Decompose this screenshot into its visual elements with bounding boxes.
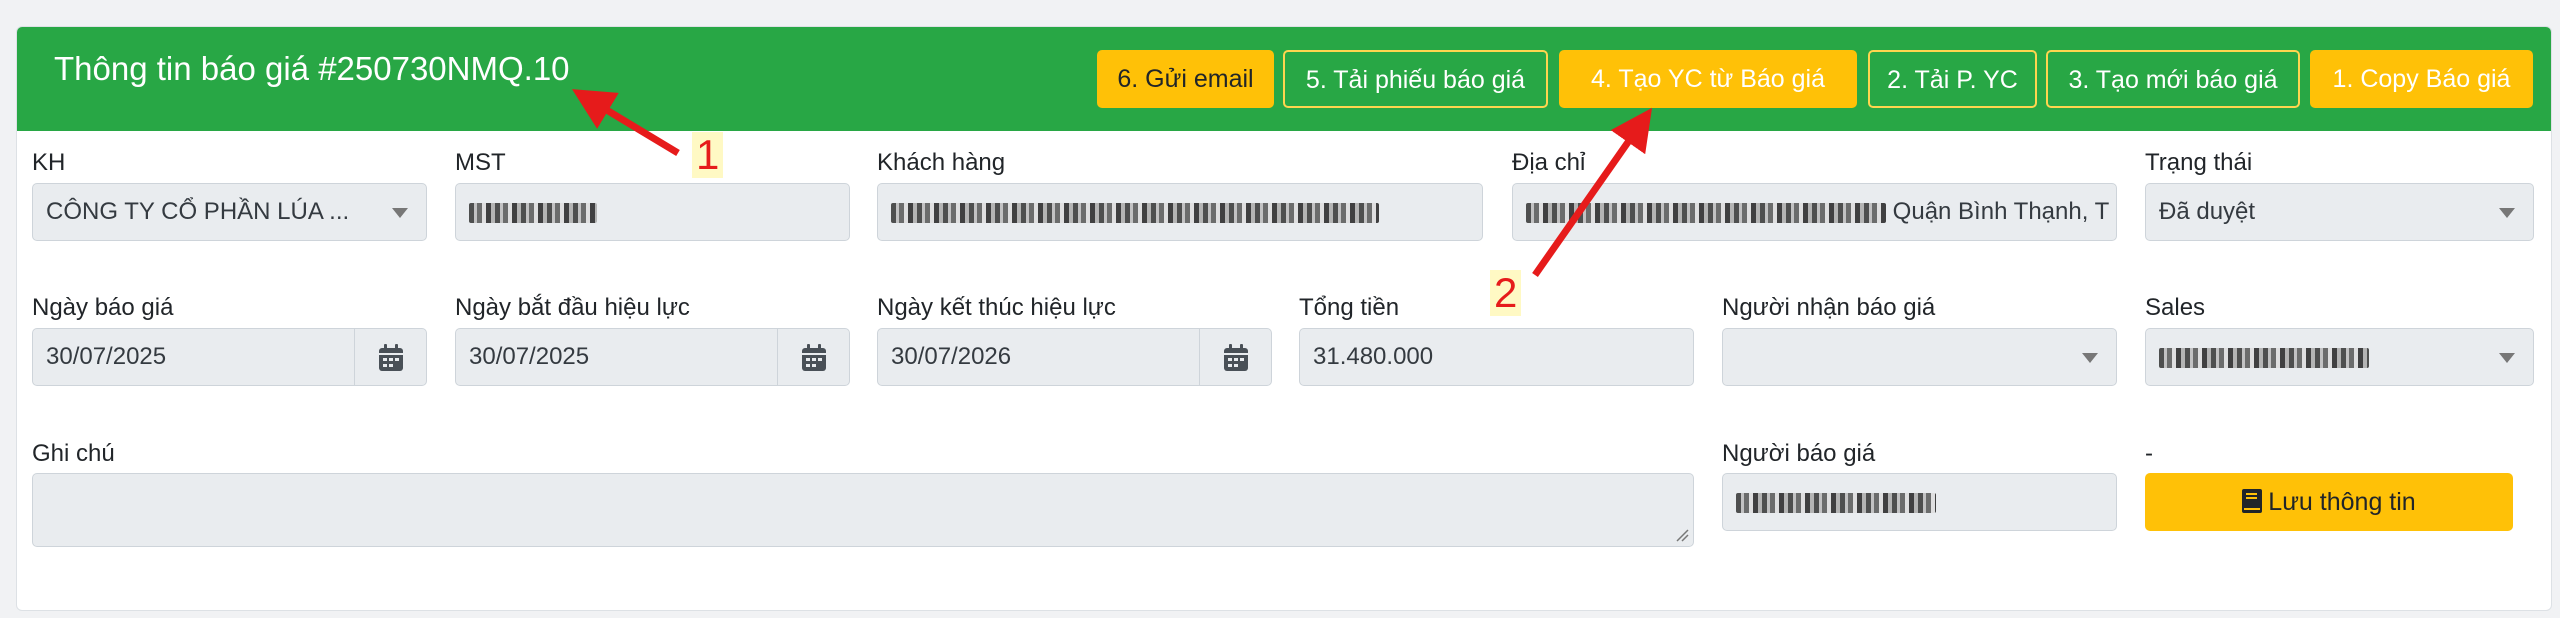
annotation-number-1: 1 bbox=[692, 132, 724, 178]
khach-hang-label: Khách hàng bbox=[877, 149, 1006, 176]
chevron-down-icon bbox=[2499, 208, 2515, 218]
page-title: Thông tin báo giá #250730NMQ.10 bbox=[54, 50, 570, 87]
sales-label: Sales bbox=[2145, 294, 2206, 321]
ngay-bat-dau-label: Ngày bắt đầu hiệu lực bbox=[455, 294, 690, 321]
dia-chi-value: Quận Bình Thạnh, T bbox=[1892, 198, 2110, 225]
kh-label: KH bbox=[32, 149, 66, 176]
redacted-value bbox=[891, 202, 1379, 223]
ghi-chu-label: Ghi chú bbox=[32, 440, 115, 467]
download-quote-button[interactable]: 5. Tải phiếu báo giá bbox=[1283, 50, 1548, 108]
create-new-quote-button[interactable]: 3. Tạo mới báo giá bbox=[2046, 50, 2300, 108]
save-button[interactable]: Lưu thông tin bbox=[2145, 473, 2513, 531]
sales-select[interactable] bbox=[2145, 328, 2534, 386]
khach-hang-field[interactable] bbox=[877, 183, 1483, 241]
redacted-value bbox=[1526, 202, 1886, 223]
send-email-button[interactable]: 6. Gửi email bbox=[1097, 50, 1274, 108]
calendar-button[interactable] bbox=[777, 329, 849, 385]
ngay-bat-dau-input[interactable]: 30/07/2025 bbox=[455, 328, 850, 386]
ngay-bao-gia-input[interactable]: 30/07/2025 bbox=[32, 328, 427, 386]
calendar-button[interactable] bbox=[1199, 329, 1271, 385]
trang-thai-value: Đã duyệt bbox=[2159, 198, 2256, 225]
tong-tien-label: Tổng tiền bbox=[1299, 294, 1400, 321]
resize-handle-icon[interactable] bbox=[1675, 528, 1689, 542]
kh-select[interactable]: CÔNG TY CỔ PHẦN LÚA ... bbox=[32, 183, 427, 241]
redacted-value bbox=[2159, 347, 2369, 368]
quote-info-card: Thông tin báo giá #250730NMQ.10 6. Gửi e… bbox=[16, 26, 2552, 611]
ghi-chu-textarea[interactable] bbox=[32, 473, 1694, 547]
copy-quote-button[interactable]: 1. Copy Báo giá bbox=[2310, 50, 2533, 108]
dia-chi-label: Địa chỉ bbox=[1512, 149, 1586, 176]
card-header: Thông tin báo giá #250730NMQ.10 6. Gửi e… bbox=[17, 27, 2551, 131]
mst-field[interactable] bbox=[455, 183, 850, 241]
redacted-value bbox=[469, 202, 597, 223]
nguoi-nhan-select[interactable] bbox=[1722, 328, 2117, 386]
annotation-number-2: 2 bbox=[1490, 270, 1522, 316]
trang-thai-label: Trạng thái bbox=[2145, 149, 2253, 176]
redacted-value bbox=[1736, 492, 1936, 513]
nguoi-nhan-label: Người nhận báo giá bbox=[1722, 294, 1936, 321]
nguoi-bao-gia-field[interactable] bbox=[1722, 473, 2117, 531]
trang-thai-select[interactable]: Đã duyệt bbox=[2145, 183, 2534, 241]
download-request-button[interactable]: 2. Tải P. YC bbox=[1868, 50, 2037, 108]
calendar-icon bbox=[1224, 344, 1248, 371]
dia-chi-field[interactable]: Quận Bình Thạnh, T bbox=[1512, 183, 2117, 241]
save-button-label: Lưu thông tin bbox=[2268, 488, 2416, 516]
ngay-bat-dau-value: 30/07/2025 bbox=[469, 343, 590, 370]
kh-value: CÔNG TY CỔ PHẦN LÚA ... bbox=[46, 198, 350, 225]
tong-tien-field[interactable]: 31.480.000 bbox=[1299, 328, 1694, 386]
ngay-ket-thuc-input[interactable]: 30/07/2026 bbox=[877, 328, 1272, 386]
book-icon bbox=[2242, 489, 2263, 513]
calendar-button[interactable] bbox=[354, 329, 426, 385]
mst-label: MST bbox=[455, 149, 506, 176]
ngay-bao-gia-value: 30/07/2025 bbox=[46, 343, 167, 370]
tong-tien-value: 31.480.000 bbox=[1313, 343, 1434, 370]
calendar-icon bbox=[379, 344, 403, 371]
ngay-bao-gia-label: Ngày báo giá bbox=[32, 294, 174, 321]
chevron-down-icon bbox=[2499, 353, 2515, 363]
calendar-icon bbox=[802, 344, 826, 371]
nguoi-bao-gia-label: Người báo giá bbox=[1722, 440, 1876, 467]
dash-label: - bbox=[2145, 440, 2153, 467]
chevron-down-icon bbox=[392, 208, 408, 218]
ngay-ket-thuc-value: 30/07/2026 bbox=[891, 343, 1012, 370]
chevron-down-icon bbox=[2082, 353, 2098, 363]
ngay-ket-thuc-label: Ngày kết thúc hiệu lực bbox=[877, 294, 1116, 321]
create-request-from-quote-button[interactable]: 4. Tạo YC từ Báo giá bbox=[1559, 50, 1857, 108]
